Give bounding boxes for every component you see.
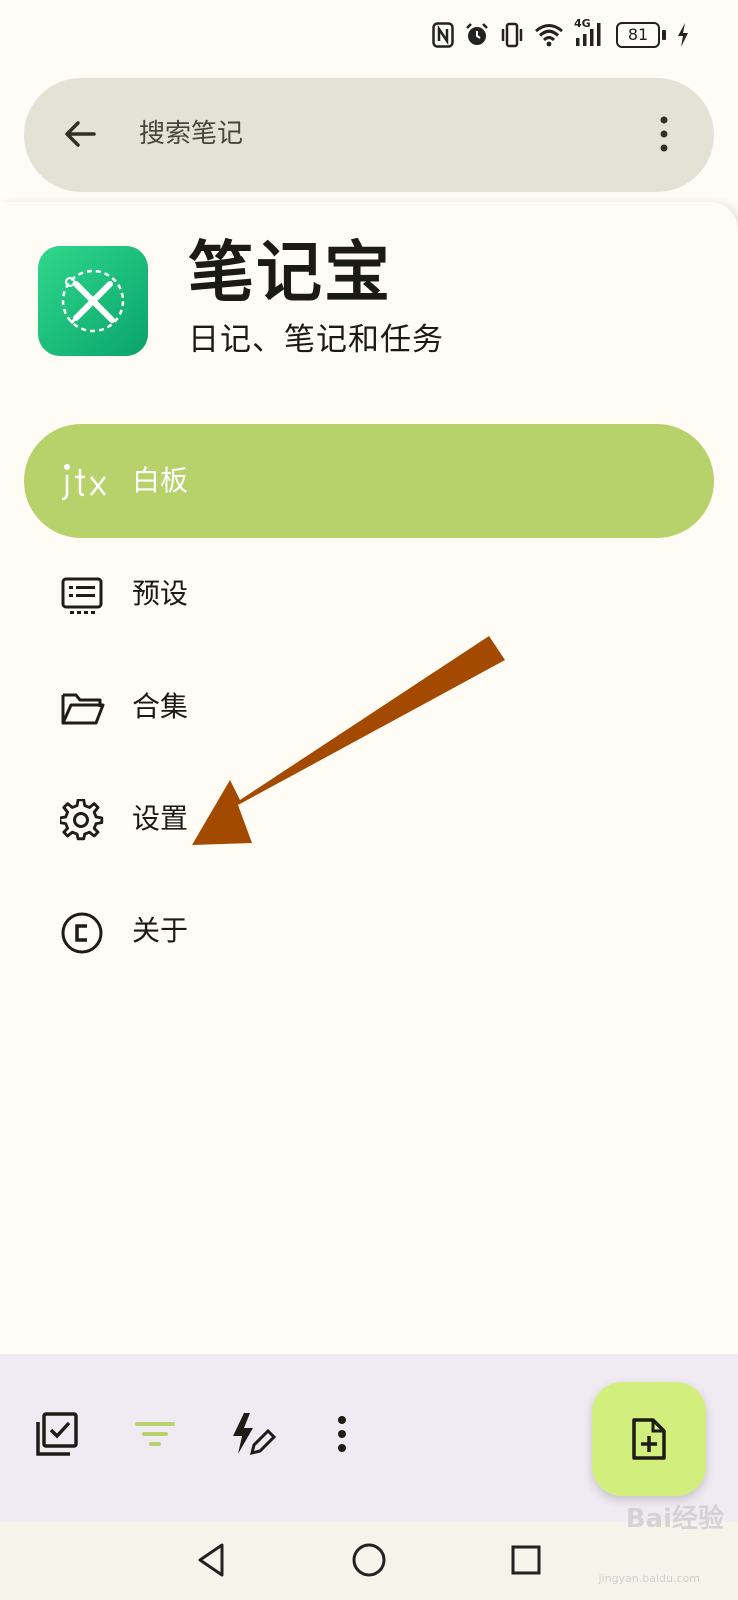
- watermark-url: jingyan.baidu.com: [598, 1572, 700, 1585]
- search-bar[interactable]: 搜索笔记: [24, 78, 714, 192]
- nav-label-collections: 合集: [132, 690, 189, 723]
- nav-item-presets[interactable]: 预设: [24, 537, 714, 651]
- nav-item-whiteboard[interactable]: 白板: [24, 424, 714, 538]
- nav-label-presets: 预设: [132, 577, 189, 610]
- alarm-icon: [464, 22, 490, 48]
- filter-icon[interactable]: [131, 1410, 179, 1458]
- back-arrow-icon[interactable]: [60, 114, 100, 154]
- recents-square-icon[interactable]: [506, 1540, 546, 1580]
- app-subtitle: 日记、笔记和任务: [188, 322, 444, 358]
- nav-item-collections[interactable]: 合集: [24, 650, 714, 764]
- more-vert-icon[interactable]: [332, 1410, 352, 1458]
- add-note-fab[interactable]: [592, 1382, 706, 1496]
- jtx-logo-icon: [60, 461, 106, 505]
- presets-icon: [60, 574, 104, 618]
- more-vert-icon[interactable]: [654, 114, 674, 154]
- battery-level: 81: [616, 22, 660, 48]
- nav-item-settings[interactable]: 设置: [24, 762, 714, 876]
- app-title: 笔记宝: [188, 234, 392, 311]
- wifi-icon: [534, 23, 564, 47]
- status-bar: 4G 81: [0, 0, 738, 72]
- nav-label-settings: 设置: [132, 802, 189, 835]
- charging-icon: [676, 22, 690, 48]
- app-logo: [38, 246, 148, 356]
- quick-add-icon[interactable]: [228, 1410, 277, 1458]
- network-type: 4G: [574, 17, 591, 30]
- status-icons: 4G 81: [432, 17, 690, 52]
- copyright-icon: [60, 911, 104, 955]
- gear-icon: [58, 798, 104, 843]
- watermark: Bai经验: [625, 1504, 724, 1534]
- nav-label-whiteboard: 白板: [132, 464, 189, 497]
- battery-icon: 81: [616, 22, 666, 48]
- nfc-icon: [432, 22, 454, 48]
- folder-icon: [60, 687, 105, 731]
- nav-item-about[interactable]: 关于: [24, 874, 714, 988]
- checklist-icon[interactable]: [34, 1410, 82, 1458]
- search-input[interactable]: 搜索笔记: [139, 114, 243, 154]
- home-circle-icon[interactable]: [349, 1540, 389, 1580]
- back-triangle-icon[interactable]: [192, 1540, 232, 1580]
- vibrate-icon: [500, 22, 524, 48]
- signal-icon: 4G: [574, 17, 606, 50]
- nav-label-about: 关于: [132, 914, 189, 947]
